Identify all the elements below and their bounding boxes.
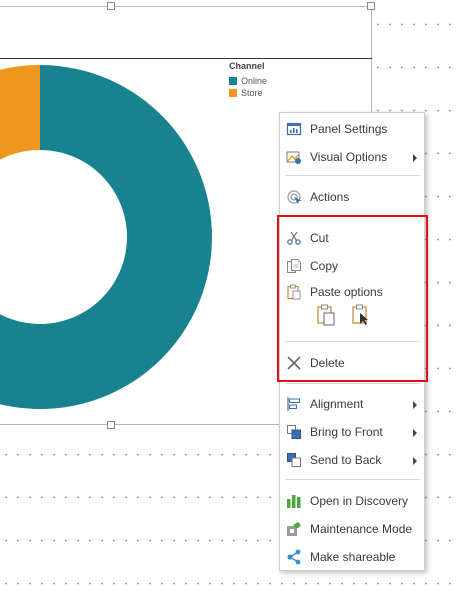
menu-item-actions[interactable]: Actions [280, 186, 424, 208]
menu-label: Alignment [310, 397, 364, 411]
legend-item-store: Store [229, 87, 267, 99]
submenu-arrow-icon [413, 457, 417, 465]
legend-item-online: Online [229, 75, 267, 87]
submenu-arrow-icon [413, 154, 417, 162]
menu-label: Actions [310, 190, 350, 204]
menu-label: Maintenance Mode [310, 522, 413, 536]
maintenance-icon [287, 522, 301, 536]
menu-label: Make shareable [310, 550, 396, 564]
panel-settings-icon [286, 122, 302, 136]
menu-item-maintenance-mode[interactable]: Maintenance Mode [280, 518, 424, 540]
menu-separator [285, 175, 420, 176]
visual-options-icon [286, 151, 301, 164]
menu-separator [285, 383, 420, 384]
menu-label: Send to Back [310, 453, 382, 467]
bar-chart-icon [287, 495, 301, 508]
menu-label: Open in Discovery [310, 494, 409, 508]
actions-icon [287, 190, 302, 204]
bring-to-front-icon [287, 425, 301, 439]
menu-item-send-to-back[interactable]: Send to Back [280, 449, 424, 471]
share-icon [287, 549, 301, 565]
menu-item-bring-to-front[interactable]: Bring to Front [280, 421, 424, 443]
submenu-arrow-icon [413, 401, 417, 409]
legend-label-online: Online [241, 76, 268, 86]
alignment-icon [287, 397, 300, 411]
resize-handle-top[interactable] [107, 2, 115, 10]
menu-label: Visual Options [310, 150, 388, 164]
donut-slice-store[interactable] [0, 65, 40, 167]
submenu-arrow-icon [413, 429, 417, 437]
menu-label: Panel Settings [310, 122, 388, 136]
resize-handle-bottom[interactable] [107, 421, 115, 429]
legend-swatch-store [229, 89, 237, 97]
menu-item-panel-settings[interactable]: Panel Settings [280, 118, 424, 140]
menu-item-visual-options[interactable]: Visual Options [280, 146, 424, 168]
highlight-annotation-box [277, 215, 428, 382]
legend-swatch-online [229, 77, 237, 85]
send-to-back-icon [287, 453, 301, 467]
legend-label-store: Store [241, 88, 263, 98]
menu-item-make-shareable[interactable]: Make shareable [280, 546, 424, 568]
menu-separator [285, 479, 420, 480]
chart-legend: Channel Online Store [229, 61, 267, 99]
legend-title: Channel [229, 61, 265, 71]
menu-item-open-in-discovery[interactable]: Open in Discovery [280, 490, 424, 512]
resize-handle-top-right[interactable] [367, 2, 375, 10]
menu-item-alignment[interactable]: Alignment [280, 393, 424, 415]
menu-label: Bring to Front [310, 425, 383, 439]
